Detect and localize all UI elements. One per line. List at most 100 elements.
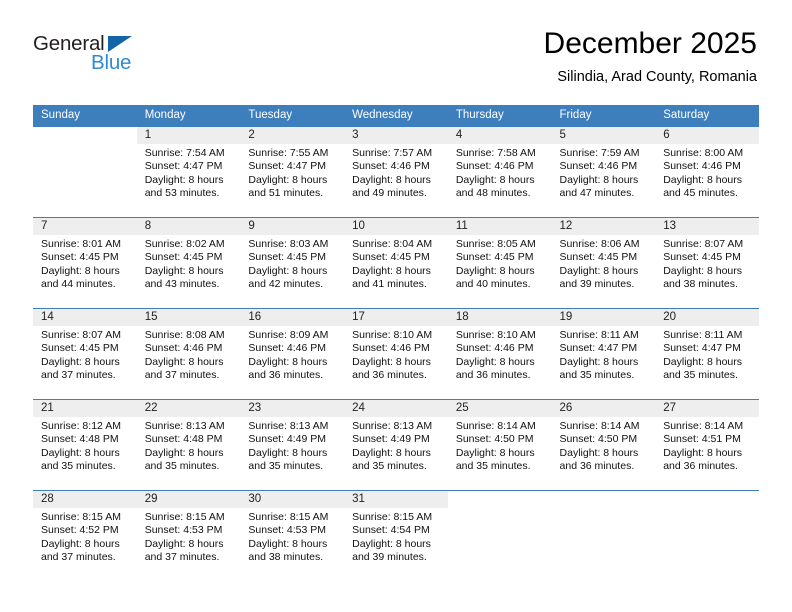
calendar-day-cell[interactable]: 5 Sunrise: 7:59 AM Sunset: 4:46 PM Daylight… xyxy=(551,127,656,217)
calendar-day-cell[interactable]: 12 Sunrise: 8:06 AM Sunset: 4:45 PM Dayligh… xyxy=(551,218,656,308)
calendar-day-content[interactable]: 12 Sunrise: 8:06 AM Sunset: 4:45 PM Dayligh… xyxy=(551,218,656,308)
calendar-day-cell[interactable]: 6 Sunrise: 8:00 AM Sunset: 4:46 PM Daylight… xyxy=(655,127,759,217)
calendar-day-cell[interactable]: 9 Sunrise: 8:03 AM Sunset: 4:45 PM Daylight… xyxy=(240,218,345,308)
calendar-day-cell[interactable]: 7 Sunrise: 8:01 AM Sunset: 4:45 PM Daylight… xyxy=(33,218,137,308)
calendar-day-cell[interactable]: 8 Sunrise: 8:02 AM Sunset: 4:45 PM Daylight… xyxy=(136,218,241,308)
day-details xyxy=(447,508,552,511)
calendar-day-cell[interactable]: 23 Sunrise: 8:13 AM Sunset: 4:49 PM Dayligh… xyxy=(240,400,345,490)
calendar-day-cell[interactable] xyxy=(33,127,137,217)
calendar-day-cell[interactable]: 19 Sunrise: 8:11 AM Sunset: 4:47 PM Dayligh… xyxy=(551,309,656,399)
calendar-day-cell[interactable]: 16 Sunrise: 8:09 AM Sunset: 4:46 PM Dayligh… xyxy=(240,309,345,399)
calendar-day-content[interactable]: 11 Sunrise: 8:05 AM Sunset: 4:45 PM Dayligh… xyxy=(447,218,552,308)
calendar-day-content[interactable]: 5 Sunrise: 7:59 AM Sunset: 4:46 PM Daylight… xyxy=(551,127,656,217)
calendar-day-cell[interactable]: 28 Sunrise: 8:15 AM Sunset: 4:52 PM Dayligh… xyxy=(33,491,137,581)
calendar-header-row: Sunday Monday Tuesday Wednesday Thursday… xyxy=(33,105,759,126)
day-details: Sunrise: 8:11 AM Sunset: 4:47 PM Daylight:… xyxy=(552,326,656,383)
calendar-day-content[interactable]: 3 Sunrise: 7:57 AM Sunset: 4:46 PM Daylight… xyxy=(344,127,448,217)
day-details xyxy=(33,144,137,147)
daylight-text: and 43 minutes. xyxy=(144,278,220,291)
calendar-day-content[interactable]: 21 Sunrise: 8:12 AM Sunset: 4:48 PM Dayligh… xyxy=(33,400,137,490)
calendar-day-content[interactable]: 6 Sunrise: 8:00 AM Sunset: 4:46 PM Daylight… xyxy=(655,127,759,217)
calendar-day-content[interactable]: 17 Sunrise: 8:10 AM Sunset: 4:46 PM Dayligh… xyxy=(344,309,448,399)
calendar-day-cell[interactable]: 4 Sunrise: 7:58 AM Sunset: 4:46 PM Daylight… xyxy=(447,127,552,217)
sunset-text: Sunset: 4:53 PM xyxy=(144,524,223,537)
day-details: Sunrise: 8:15 AM Sunset: 4:53 PM Daylight:… xyxy=(137,508,241,565)
daylight-text: and 37 minutes. xyxy=(41,551,116,564)
calendar-day-content[interactable]: 30 Sunrise: 8:15 AM Sunset: 4:53 PM Dayligh… xyxy=(240,491,345,581)
day-number: 27 xyxy=(655,400,759,417)
calendar-day-cell[interactable]: 30 Sunrise: 8:15 AM Sunset: 4:53 PM Dayligh… xyxy=(240,491,345,581)
calendar-day-content[interactable]: 7 Sunrise: 8:01 AM Sunset: 4:45 PM Daylight… xyxy=(33,218,137,308)
day-number xyxy=(551,491,656,508)
sunset-text: Sunset: 4:51 PM xyxy=(663,433,741,446)
calendar-day-cell[interactable]: 27 Sunrise: 8:14 AM Sunset: 4:51 PM Dayligh… xyxy=(655,400,759,490)
calendar-day-cell[interactable] xyxy=(655,491,759,581)
calendar-day-content[interactable]: 25 Sunrise: 8:14 AM Sunset: 4:50 PM Dayligh… xyxy=(447,400,552,490)
calendar-day-cell[interactable] xyxy=(447,491,552,581)
general-blue-logo[interactable]: General Blue xyxy=(33,32,233,88)
day-details: Sunrise: 8:13 AM Sunset: 4:48 PM Daylight:… xyxy=(137,417,241,474)
calendar-day-cell[interactable]: 14 Sunrise: 8:07 AM Sunset: 4:45 PM Dayligh… xyxy=(33,309,137,399)
sunset-text: Sunset: 4:46 PM xyxy=(352,160,430,173)
sunrise-text: Sunrise: 8:15 AM xyxy=(144,511,225,523)
calendar-day-content[interactable]: 15 Sunrise: 8:08 AM Sunset: 4:46 PM Dayligh… xyxy=(136,309,241,399)
sunrise-text: Sunrise: 7:54 AM xyxy=(144,147,225,159)
calendar-day-content[interactable]: 1 Sunrise: 7:54 AM Sunset: 4:47 PM Daylight… xyxy=(136,127,241,217)
calendar-day-cell[interactable]: 20 Sunrise: 8:11 AM Sunset: 4:47 PM Dayligh… xyxy=(655,309,759,399)
calendar-day-content[interactable]: 22 Sunrise: 8:13 AM Sunset: 4:48 PM Dayligh… xyxy=(136,400,241,490)
day-number: 1 xyxy=(136,127,241,144)
calendar-day-cell[interactable]: 2 Sunrise: 7:55 AM Sunset: 4:47 PM Daylight… xyxy=(240,127,345,217)
calendar-day-content[interactable]: 9 Sunrise: 8:03 AM Sunset: 4:45 PM Daylight… xyxy=(240,218,345,308)
sunset-text: Sunset: 4:46 PM xyxy=(144,342,223,355)
calendar-day-cell[interactable] xyxy=(551,491,656,581)
day-details: Sunrise: 8:14 AM Sunset: 4:51 PM Daylight:… xyxy=(655,417,759,474)
calendar-day-content[interactable]: 31 Sunrise: 8:15 AM Sunset: 4:54 PM Dayligh… xyxy=(344,491,448,581)
calendar-day-cell[interactable]: 29 Sunrise: 8:15 AM Sunset: 4:53 PM Dayligh… xyxy=(136,491,241,581)
day-details: Sunrise: 8:01 AM Sunset: 4:45 PM Daylight:… xyxy=(33,235,137,292)
calendar-week-row: 14 Sunrise: 8:07 AM Sunset: 4:45 PM Dayligh… xyxy=(33,309,759,399)
daylight-text: Daylight: 8 hours xyxy=(352,355,431,368)
calendar-day-content[interactable]: 14 Sunrise: 8:07 AM Sunset: 4:45 PM Dayligh… xyxy=(33,309,137,399)
calendar-day-cell[interactable]: 11 Sunrise: 8:05 AM Sunset: 4:45 PM Dayligh… xyxy=(447,218,552,308)
day-number: 4 xyxy=(447,127,552,144)
calendar-day-cell[interactable]: 18 Sunrise: 8:10 AM Sunset: 4:46 PM Dayligh… xyxy=(447,309,552,399)
calendar-day-content[interactable]: 16 Sunrise: 8:09 AM Sunset: 4:46 PM Dayligh… xyxy=(240,309,345,399)
sunrise-text: Sunrise: 8:11 AM xyxy=(663,329,743,341)
calendar-day-cell[interactable]: 25 Sunrise: 8:14 AM Sunset: 4:50 PM Dayligh… xyxy=(447,400,552,490)
calendar-day-content[interactable]: 4 Sunrise: 7:58 AM Sunset: 4:46 PM Daylight… xyxy=(447,127,552,217)
calendar-day-content[interactable]: 18 Sunrise: 8:10 AM Sunset: 4:46 PM Dayligh… xyxy=(447,309,552,399)
calendar-day-cell[interactable]: 15 Sunrise: 8:08 AM Sunset: 4:46 PM Dayligh… xyxy=(136,309,241,399)
calendar-day-cell[interactable]: 26 Sunrise: 8:14 AM Sunset: 4:50 PM Dayligh… xyxy=(551,400,656,490)
calendar-day-cell[interactable]: 31 Sunrise: 8:15 AM Sunset: 4:54 PM Dayligh… xyxy=(344,491,448,581)
calendar-day-content[interactable]: 26 Sunrise: 8:14 AM Sunset: 4:50 PM Dayligh… xyxy=(551,400,656,490)
day-number: 9 xyxy=(240,218,345,235)
calendar-day-cell[interactable]: 17 Sunrise: 8:10 AM Sunset: 4:46 PM Dayligh… xyxy=(344,309,448,399)
calendar-day-content[interactable]: 13 Sunrise: 8:07 AM Sunset: 4:45 PM Dayligh… xyxy=(655,218,759,308)
calendar-day-content[interactable]: 20 Sunrise: 8:11 AM Sunset: 4:47 PM Dayligh… xyxy=(655,309,759,399)
day-number: 10 xyxy=(344,218,448,235)
day-number: 13 xyxy=(655,218,759,235)
daylight-text: Daylight: 8 hours xyxy=(455,446,535,459)
sunset-text: Sunset: 4:46 PM xyxy=(455,160,534,173)
calendar-day-cell[interactable]: 24 Sunrise: 8:13 AM Sunset: 4:49 PM Dayligh… xyxy=(344,400,448,490)
calendar-day-cell[interactable]: 1 Sunrise: 7:54 AM Sunset: 4:47 PM Daylight… xyxy=(136,127,241,217)
calendar-day-content[interactable]: 23 Sunrise: 8:13 AM Sunset: 4:49 PM Dayligh… xyxy=(240,400,345,490)
calendar-day-content[interactable]: 8 Sunrise: 8:02 AM Sunset: 4:45 PM Daylight… xyxy=(136,218,241,308)
sunrise-text: Sunrise: 8:12 AM xyxy=(41,420,121,432)
calendar-day-content[interactable]: 28 Sunrise: 8:15 AM Sunset: 4:52 PM Dayligh… xyxy=(33,491,137,581)
daylight-text: Daylight: 8 hours xyxy=(559,355,639,368)
calendar-day-content[interactable]: 24 Sunrise: 8:13 AM Sunset: 4:49 PM Dayligh… xyxy=(344,400,448,490)
daylight-text: and 36 minutes. xyxy=(559,460,635,473)
calendar-day-content[interactable]: 10 Sunrise: 8:04 AM Sunset: 4:45 PM Dayligh… xyxy=(344,218,448,308)
calendar-day-cell[interactable]: 3 Sunrise: 7:57 AM Sunset: 4:46 PM Daylight… xyxy=(344,127,448,217)
calendar-day-cell[interactable]: 10 Sunrise: 8:04 AM Sunset: 4:45 PM Dayligh… xyxy=(344,218,448,308)
calendar-day-cell[interactable]: 22 Sunrise: 8:13 AM Sunset: 4:48 PM Dayligh… xyxy=(136,400,241,490)
day-details: Sunrise: 8:02 AM Sunset: 4:45 PM Daylight:… xyxy=(137,235,241,292)
calendar-day-content[interactable]: 29 Sunrise: 8:15 AM Sunset: 4:53 PM Dayligh… xyxy=(136,491,241,581)
calendar-day-cell[interactable]: 13 Sunrise: 8:07 AM Sunset: 4:45 PM Dayligh… xyxy=(655,218,759,308)
calendar-day-cell[interactable]: 21 Sunrise: 8:12 AM Sunset: 4:48 PM Dayligh… xyxy=(33,400,137,490)
daylight-text: and 45 minutes. xyxy=(663,187,738,200)
calendar-day-content[interactable]: 2 Sunrise: 7:55 AM Sunset: 4:47 PM Daylight… xyxy=(240,127,345,217)
calendar-day-content[interactable]: 19 Sunrise: 8:11 AM Sunset: 4:47 PM Dayligh… xyxy=(551,309,656,399)
calendar-day-content[interactable]: 27 Sunrise: 8:14 AM Sunset: 4:51 PM Dayligh… xyxy=(655,400,759,490)
